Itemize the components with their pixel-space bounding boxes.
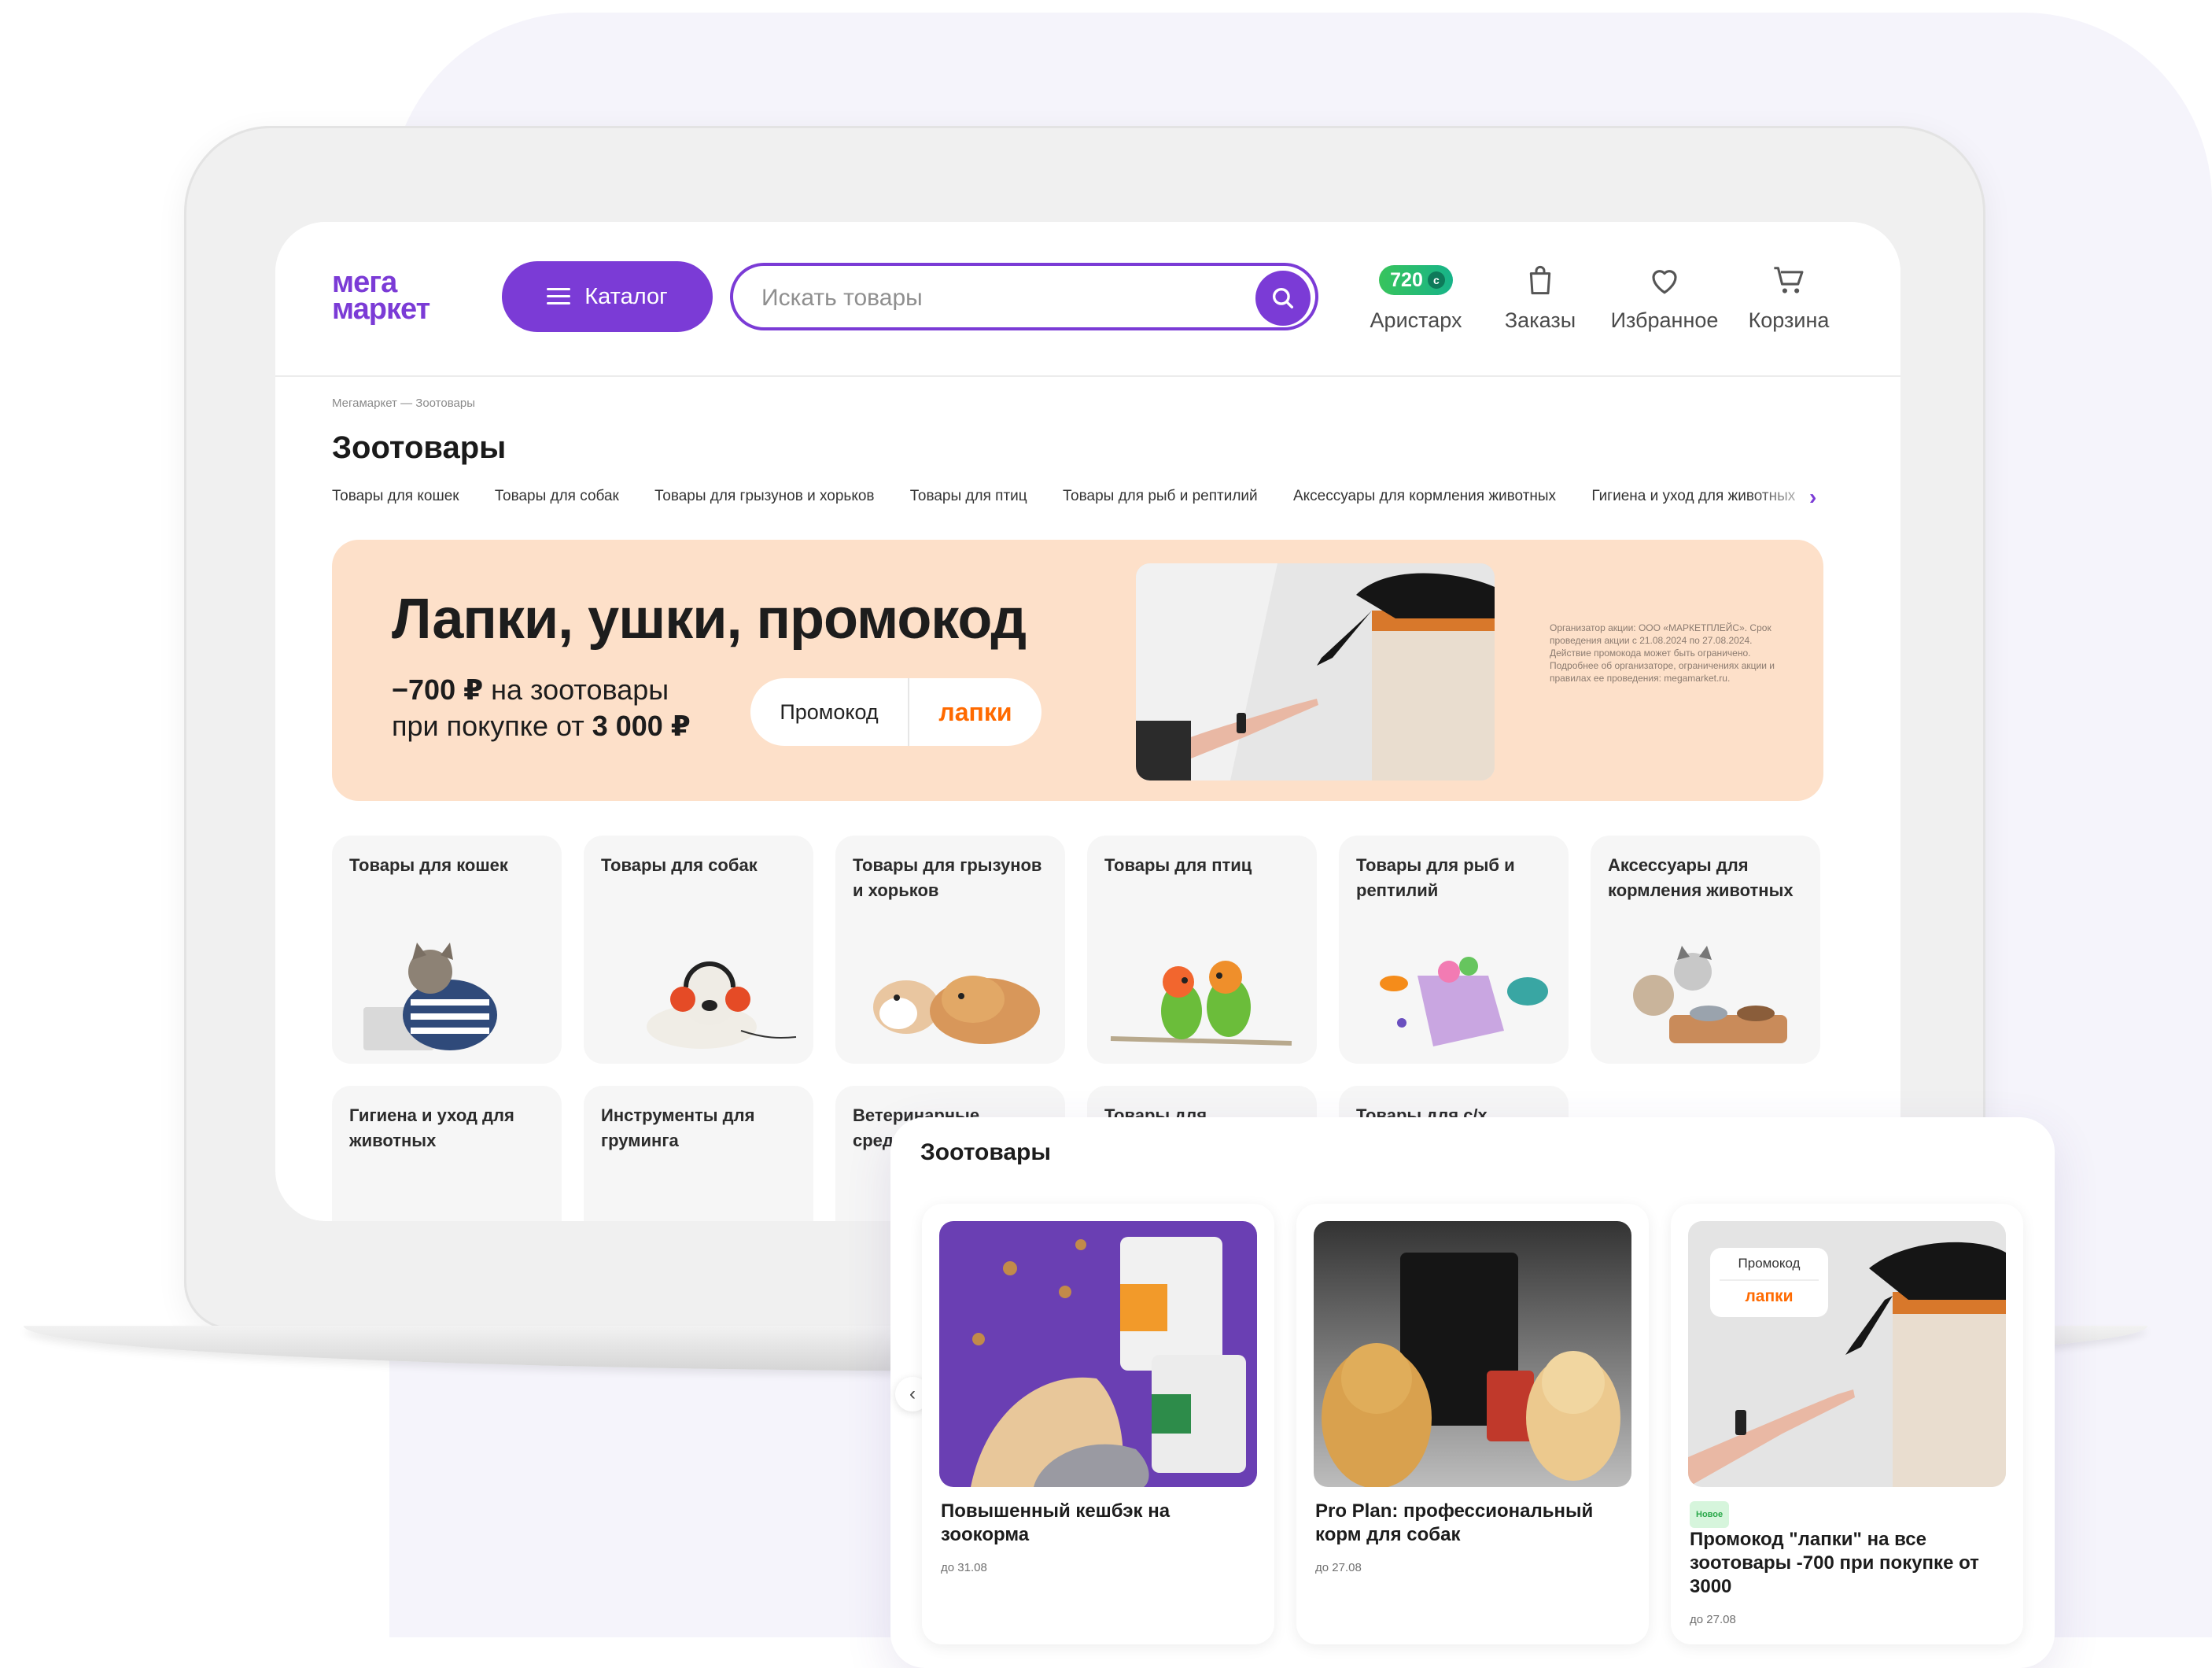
bonus-coin-icon: с: [1427, 271, 1445, 289]
bonus-badge: 720 с: [1379, 265, 1453, 295]
tile-dogs[interactable]: Товары для собак: [584, 836, 813, 1064]
tile-birds[interactable]: Товары для птиц: [1087, 836, 1317, 1064]
new-badge: Новое: [1690, 1501, 1730, 1528]
promo-card-title: Pro Plan: профессиональный корм для соба…: [1315, 1500, 1633, 1580]
tile-feeding-accessories[interactable]: Аксессуары для кормления животных: [1591, 836, 1820, 1064]
search-box: [730, 263, 1318, 330]
promo-card-date: до 27.08: [1315, 1561, 1362, 1574]
tile-fish-reptiles[interactable]: Товары для рыб и рептилий: [1339, 836, 1569, 1064]
nav-profile[interactable]: 720 с Аристарх: [1353, 261, 1479, 333]
tile-label: Товары для грызунов и хорьков: [853, 855, 1042, 900]
nav-favorites[interactable]: Избранное: [1602, 261, 1727, 333]
bowls-image: [1633, 946, 1787, 1043]
tile-label: Аксессуары для кормления животных: [1608, 855, 1794, 900]
catalog-button[interactable]: Каталог: [502, 261, 713, 332]
bag-icon: [1529, 265, 1551, 295]
nav-orders[interactable]: Заказы: [1477, 261, 1603, 333]
category-tabs: Товары для кошек Товары для собак Товары…: [332, 488, 1827, 511]
cart-icon: [1774, 267, 1804, 293]
promo-card-title: Повышенный кешбэк на зоокорма до 31.08: [941, 1500, 1259, 1580]
category-tab[interactable]: Гигиена и уход для животных: [1591, 488, 1795, 505]
menu-icon: [547, 288, 571, 305]
promo-banner[interactable]: Лапки, ушки, промокод −700 ₽ на зоотовар…: [332, 540, 1823, 801]
category-tab[interactable]: Товары для грызунов и хорьков: [654, 488, 874, 505]
promo-card[interactable]: Повышенный кешбэк на зоокорма до 31.08: [922, 1204, 1274, 1644]
tile-label: Инструменты для груминга: [601, 1105, 755, 1150]
tile-grooming[interactable]: Инструменты для груминга: [584, 1086, 813, 1221]
megamarket-logo[interactable]: мега маркет: [332, 266, 430, 326]
bonus-points: 720: [1390, 268, 1423, 291]
promo-discount: −700 ₽: [392, 673, 484, 706]
browser-screen: мега маркет Каталог 720 с: [275, 222, 1900, 1221]
category-tab[interactable]: Товары для собак: [495, 488, 619, 505]
category-tab[interactable]: Товары для кошек: [332, 488, 459, 505]
tile-label: Гигиена и уход для животных: [349, 1105, 514, 1150]
promo-code-value: лапки: [938, 697, 1012, 726]
promo-code-label: Промокод: [1738, 1256, 1801, 1271]
chevron-right-icon[interactable]: ›: [1809, 485, 1816, 510]
search-icon: [1272, 287, 1294, 309]
nav-cart[interactable]: Корзина: [1726, 261, 1852, 333]
hamster-image: [873, 976, 1040, 1044]
breadcrumb[interactable]: Мегамаркет — Зоотовары: [332, 397, 475, 410]
search-input[interactable]: [760, 280, 1219, 316]
promo-subtitle: −700 ₽ на зоотовары при покупке от 3 000…: [392, 672, 722, 744]
promo-card[interactable]: Pro Plan: профессиональный корм для соба…: [1296, 1204, 1649, 1644]
promo-card-date: до 27.08: [1690, 1613, 1736, 1626]
tile-rodents[interactable]: Товары для грызунов и хорьков: [835, 836, 1065, 1064]
panel-title: Зоотовары: [920, 1139, 1051, 1165]
promo-condition-amount: 3 000 ₽: [592, 710, 691, 742]
promo-card-image: [1314, 1221, 1631, 1487]
parrots-image: [1110, 961, 1292, 1046]
promo-card-title: Новое Промокод "лапки" на все зоотовары …: [1690, 1500, 2007, 1632]
promo-condition-text: при покупке от: [392, 710, 592, 742]
category-tab[interactable]: Товары для рыб и рептилий: [1063, 488, 1258, 505]
promo-discount-text: на зоотовары: [483, 673, 669, 706]
promo-card-name: Повышенный кешбэк на зоокорма: [941, 1500, 1171, 1545]
promo-card-image: [939, 1221, 1257, 1487]
tile-hygiene[interactable]: Гигиена и уход для животных: [332, 1086, 562, 1221]
category-tab[interactable]: Аксессуары для кормления животных: [1293, 488, 1556, 505]
promo-title: Лапки, ушки, промокод: [392, 588, 1027, 651]
site-header: мега маркет Каталог 720 с: [275, 222, 1900, 377]
logo-line-2: маркет: [332, 293, 430, 326]
tile-label: Товары для рыб и рептилий: [1356, 855, 1515, 900]
page-title: Зоотовары: [332, 430, 507, 465]
promo-card[interactable]: Промокод лапки Новое Промокод "лапки" на…: [1671, 1204, 2023, 1644]
nav-profile-label: Аристарх: [1370, 308, 1462, 332]
promo-legal-text: Организатор акции: ООО «МАРКЕТПЛЕЙС». Ср…: [1550, 622, 1775, 684]
tile-label: Товары для птиц: [1104, 855, 1252, 875]
heart-icon: [1652, 270, 1677, 294]
nav-favorites-label: Избранное: [1610, 308, 1719, 332]
category-tab[interactable]: Товары для птиц: [910, 488, 1027, 505]
promo-card-name: Промокод "лапки" на все зоотовары -700 п…: [1690, 1529, 1979, 1597]
nav-orders-label: Заказы: [1504, 308, 1576, 332]
promo-card-image: Промокод лапки: [1688, 1221, 2006, 1487]
promo-code-value: лапки: [1720, 1279, 1819, 1306]
tile-label: Товары для собак: [601, 855, 758, 875]
pet-promos-panel: Зоотовары ‹ Повышенный кешбэк на зоокорм…: [890, 1117, 2055, 1668]
aquarium-image: [1380, 957, 1548, 1046]
tile-cats[interactable]: Товары для кошек: [332, 836, 562, 1064]
catalog-label: Каталог: [584, 283, 668, 309]
tile-label: Товары для кошек: [349, 855, 508, 875]
promo-card-name: Pro Plan: профессиональный корм для соба…: [1315, 1500, 1594, 1545]
promo-card-date: до 31.08: [941, 1561, 987, 1574]
nav-cart-label: Корзина: [1748, 308, 1830, 332]
search-button[interactable]: [1255, 271, 1311, 326]
cat-hand-photo: [1136, 563, 1495, 780]
promo-code-chip[interactable]: Промокод лапки: [750, 678, 1041, 746]
logo-line-1: мега: [332, 266, 397, 299]
cat-image: [363, 943, 497, 1050]
dog-image: [647, 961, 797, 1049]
promo-code-chip: Промокод лапки: [1710, 1248, 1828, 1317]
promo-code-label: Промокод: [750, 678, 909, 746]
